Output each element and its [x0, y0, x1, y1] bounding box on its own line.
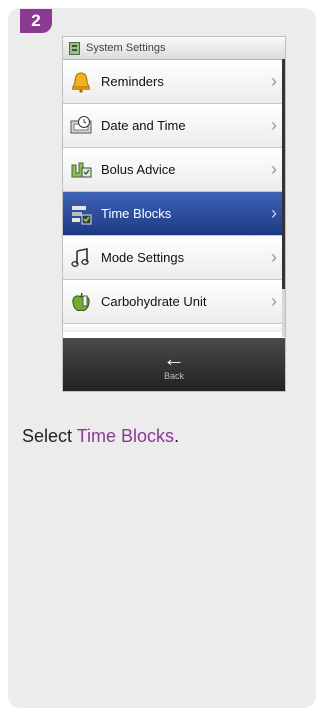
apple-icon: [69, 290, 93, 314]
menu-item-date-and-time[interactable]: Date and Time ›: [63, 104, 285, 148]
step-badge: 2: [20, 9, 52, 33]
menu-item-label: Date and Time: [101, 118, 186, 133]
menu-item-label: Reminders: [101, 74, 164, 89]
chevron-right-icon: ›: [271, 115, 277, 135]
instruction-caption: Select Time Blocks.: [22, 426, 179, 447]
menu-item-label: Mode Settings: [101, 250, 185, 265]
menu-item-label: Time Blocks: [101, 206, 172, 221]
music-note-icon: [69, 246, 93, 270]
chevron-right-icon: ›: [271, 203, 277, 223]
back-label: Back: [163, 370, 184, 381]
bolus-advice-icon: [69, 158, 93, 182]
menu-item-label: Bolus Advice: [101, 162, 176, 177]
caption-prefix: Select: [22, 426, 77, 446]
menu-item-carbohydrate-unit[interactable]: Carbohydrate Unit ›: [63, 280, 285, 324]
screen-titlebar: System Settings: [63, 37, 285, 60]
chevron-right-icon: ›: [271, 291, 277, 311]
settings-list: Reminders › Date and Time › Bolus Advice…: [63, 60, 285, 332]
menu-item-bolus-advice[interactable]: Bolus Advice ›: [63, 148, 285, 192]
chevron-right-icon: ›: [271, 71, 277, 91]
scrollbar-thumb[interactable]: [282, 59, 285, 289]
menu-item-label: Carbohydrate Unit: [101, 294, 207, 309]
menu-item-time-blocks[interactable]: Time Blocks ›: [63, 192, 285, 236]
time-blocks-icon: [69, 202, 93, 226]
menu-item-reminders[interactable]: Reminders ›: [63, 60, 285, 104]
clock-icon: [69, 114, 93, 138]
caption-suffix: .: [174, 426, 180, 446]
menu-item-mode-settings[interactable]: Mode Settings ›: [63, 236, 285, 280]
bell-icon: [69, 70, 93, 94]
screen-title: System Settings: [86, 42, 166, 54]
menu-item-partial: [63, 324, 285, 332]
caption-link: Time Blocks: [76, 426, 175, 446]
arrow-left-icon: ←: [163, 345, 185, 371]
back-button[interactable]: ← Back: [63, 338, 285, 391]
chevron-right-icon: ›: [271, 247, 277, 267]
chevron-right-icon: ›: [271, 159, 277, 179]
settings-icon: [69, 41, 80, 55]
device-screen: System Settings Reminders › Date and Tim…: [62, 36, 286, 392]
